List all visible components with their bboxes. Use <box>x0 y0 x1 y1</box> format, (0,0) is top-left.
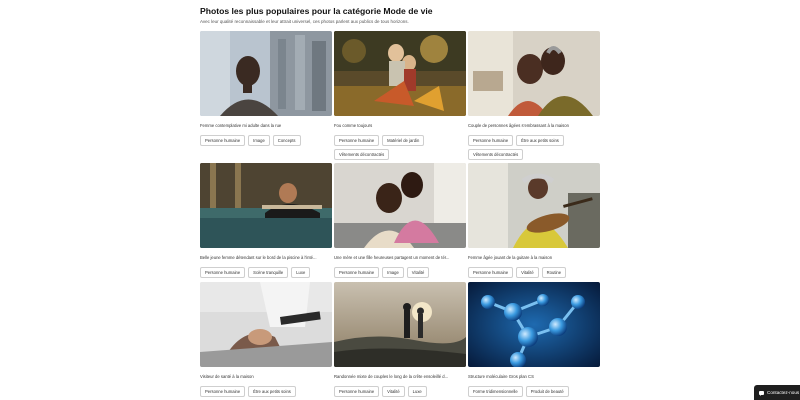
photo-thumbnail[interactable] <box>334 282 466 367</box>
contact-us-button[interactable]: Contactez-nous <box>754 385 800 400</box>
tag-chip[interactable]: Vitalité <box>382 386 405 397</box>
tag-list: Personne humaine Vitalité Routine <box>468 267 600 278</box>
tag-chip[interactable]: Luxe <box>291 267 311 278</box>
photo-thumbnail[interactable] <box>334 163 466 248</box>
tag-chip[interactable]: Vitalité <box>406 267 430 278</box>
tag-chip[interactable]: Matériel de jardin <box>382 135 425 146</box>
tag-chip[interactable]: Vitalité <box>516 267 539 278</box>
photo-thumbnail[interactable] <box>468 163 600 248</box>
photo-thumbnail[interactable] <box>468 282 600 367</box>
tag-chip[interactable]: Image <box>248 135 270 146</box>
photo-thumbnail[interactable] <box>200 31 332 116</box>
tag-list: Personne humaine Image Concepts <box>200 135 332 146</box>
photo-card[interactable]: Femme contemplative mi adulte dans la ru… <box>200 31 332 146</box>
photo-caption[interactable]: Structure moléculaire Gros plan CS <box>468 374 600 379</box>
section-title: Photos les plus populaires pour la catég… <box>200 6 433 16</box>
tag-chip[interactable]: Personne humaine <box>200 386 246 397</box>
tag-chip[interactable]: Personne humaine <box>468 135 514 146</box>
photo-caption[interactable]: Une mère et une fille heureuses partagen… <box>334 255 466 260</box>
contact-us-label: Contactez-nous <box>767 390 800 395</box>
tag-chip[interactable]: Routine <box>541 267 567 278</box>
tag-chip[interactable]: Forme tridimensionnelle <box>468 386 523 397</box>
photo-caption[interactable]: Couple de personnes âgées s'embrassant à… <box>468 123 600 128</box>
tag-chip[interactable]: Être aux petits soins <box>248 386 296 397</box>
tag-chip[interactable]: Être aux petits soins <box>516 135 564 146</box>
tag-chip[interactable]: Concepts <box>272 135 301 146</box>
tag-chip[interactable]: Luxe <box>407 386 427 397</box>
section-header: Photos les plus populaires pour la catég… <box>200 5 600 24</box>
tag-chip[interactable]: Personne humaine <box>334 267 380 278</box>
tag-chip[interactable]: Produit de beauté <box>525 386 569 397</box>
tag-list: Personne humaine Matériel de jardin Vête… <box>334 135 466 160</box>
tag-chip[interactable]: Personne humaine <box>200 267 246 278</box>
photo-thumbnail[interactable] <box>334 31 466 116</box>
photo-card[interactable]: Couple de personnes âgées s'embrassant à… <box>468 31 600 160</box>
photo-card[interactable]: Visiteur de santé à la maison Personne h… <box>200 282 332 397</box>
photo-card[interactable]: Fou comme toujours Personne humaine Maté… <box>334 31 466 160</box>
photo-card[interactable]: Femme âgée jouant de la guitare à la mai… <box>468 163 600 278</box>
photo-card[interactable]: Une mère et une fille heureuses partagen… <box>334 163 466 278</box>
photo-caption[interactable]: Belle jeune femme détendant sur le bord … <box>200 255 332 260</box>
photo-thumbnail[interactable] <box>468 31 600 116</box>
photo-caption[interactable]: Femme contemplative mi adulte dans la ru… <box>200 123 332 128</box>
tag-list: Personne humaine Être aux petits soins <box>200 386 332 397</box>
tag-chip[interactable]: Scène tranquille <box>248 267 289 278</box>
tag-list: Personne humaine Vitalité Luxe <box>334 386 466 397</box>
tag-chip[interactable]: Vêtements décontractés <box>334 149 390 160</box>
photo-thumbnail[interactable] <box>200 282 332 367</box>
section-subtitle: Avec leur qualité reconnaissable et leur… <box>200 19 409 24</box>
photo-card[interactable]: Structure moléculaire Gros plan CS Forme… <box>468 282 600 397</box>
tag-chip[interactable]: Vêtements décontractés <box>468 149 524 160</box>
tag-chip[interactable]: Personne humaine <box>334 386 380 397</box>
photo-caption[interactable]: Femme âgée jouant de la guitare à la mai… <box>468 255 600 260</box>
photo-caption[interactable]: Fou comme toujours <box>334 123 466 128</box>
chat-bubble-icon <box>759 390 764 396</box>
tag-chip[interactable]: Personne humaine <box>334 135 380 146</box>
tag-list: Personne humaine Scène tranquille Luxe <box>200 267 332 278</box>
tag-list: Forme tridimensionnelle Produit de beaut… <box>468 386 600 397</box>
photo-caption[interactable]: Randonnée mixte de couples le long de la… <box>334 374 466 379</box>
tag-chip[interactable]: Image <box>382 267 404 278</box>
tag-list: Personne humaine Image Vitalité <box>334 267 466 278</box>
tag-chip[interactable]: Personne humaine <box>468 267 514 278</box>
photo-card[interactable]: Randonnée mixte de couples le long de la… <box>334 282 466 397</box>
tag-chip[interactable]: Personne humaine <box>200 135 246 146</box>
photo-caption[interactable]: Visiteur de santé à la maison <box>200 374 332 379</box>
photo-thumbnail[interactable] <box>200 163 332 248</box>
tag-list: Personne humaine Être aux petits soins V… <box>468 135 600 160</box>
photo-card[interactable]: Belle jeune femme détendant sur le bord … <box>200 163 332 278</box>
